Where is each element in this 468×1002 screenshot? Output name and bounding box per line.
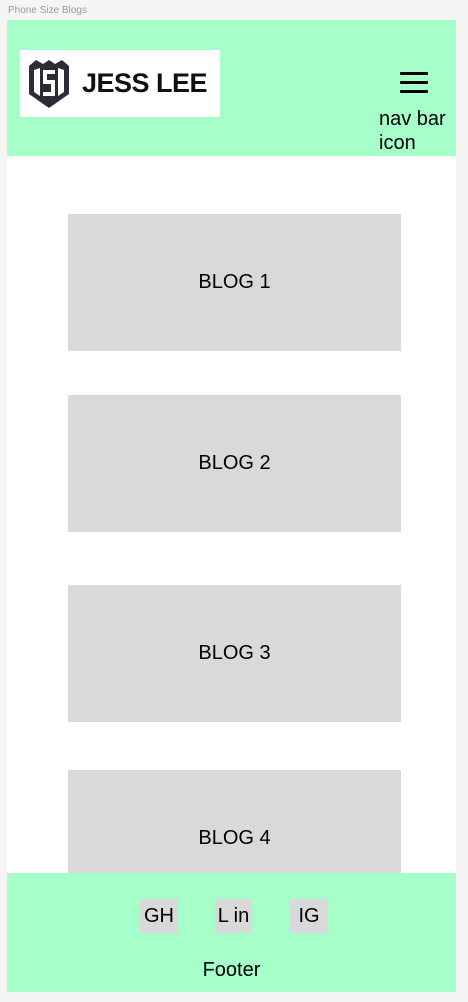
logo-text: JESS LEE [82, 68, 208, 98]
footer-label: Footer [202, 959, 261, 981]
github-link[interactable]: GH [140, 899, 178, 933]
hamburger-menu-icon[interactable] [400, 72, 430, 94]
header: JESS LEE nav bar icon [7, 20, 456, 156]
linkedin-link[interactable]: L in [215, 899, 252, 933]
nav-bar-icon-label: nav bar icon [379, 108, 446, 154]
frame-label: Phone Size Blogs [8, 5, 87, 16]
footer: GH L in IG Footer [7, 873, 456, 992]
shield-logo-icon [29, 59, 69, 108]
phone-frame: JESS LEE nav bar icon BLOG 1 BLOG 2 BLOG… [7, 20, 456, 992]
blog-card-3[interactable]: BLOG 3 [68, 585, 401, 722]
blog-card-2[interactable]: BLOG 2 [68, 395, 401, 532]
instagram-link[interactable]: IG [290, 899, 328, 933]
blog-card-1[interactable]: BLOG 1 [68, 214, 401, 351]
logo[interactable]: JESS LEE [20, 50, 220, 117]
